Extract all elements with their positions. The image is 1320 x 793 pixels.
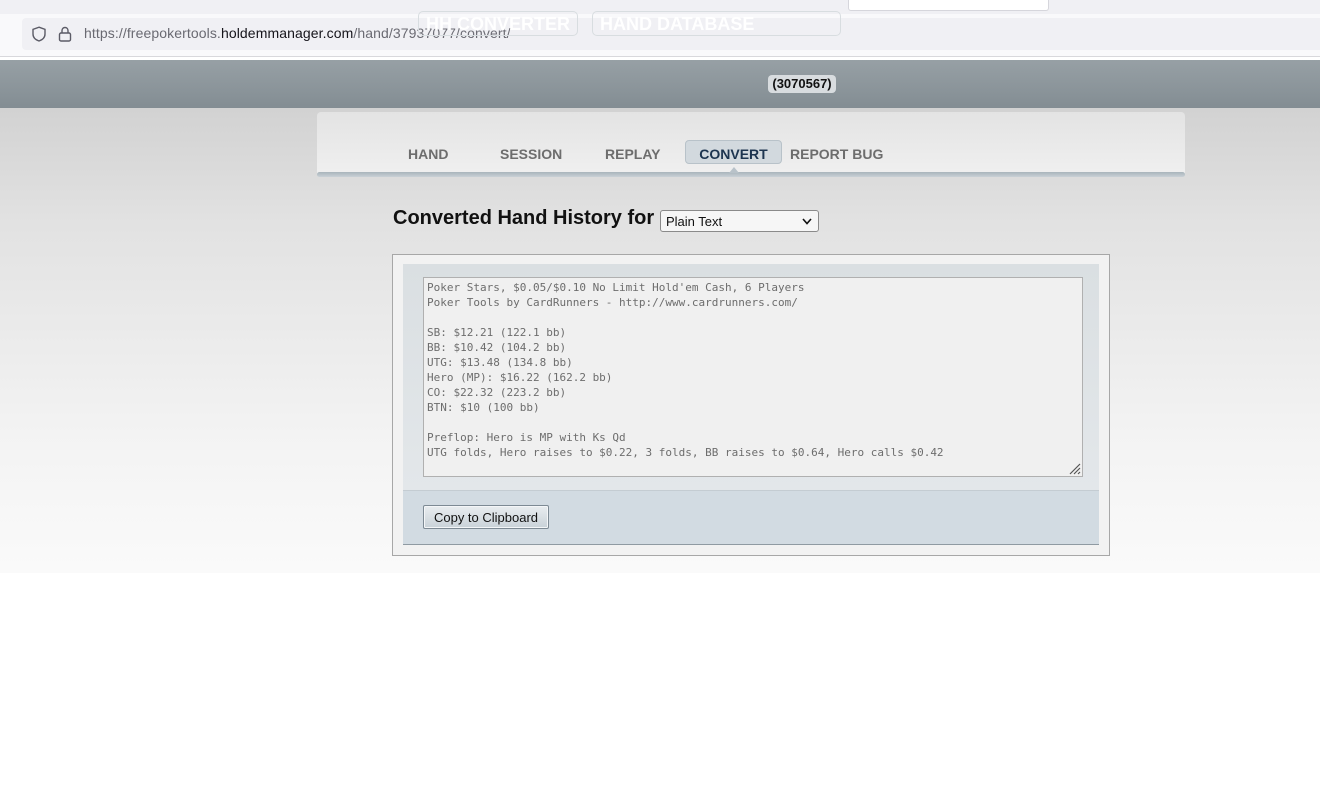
hh-line: Poker Tools by CardRunners - http://www.… <box>427 296 798 309</box>
tab-replay[interactable]: REPLAY <box>605 146 661 162</box>
hh-line: Preflop: Hero is MP with Ks Qd <box>427 431 626 444</box>
hh-line: BB: $10.42 (104.2 bb) <box>427 341 567 354</box>
hh-line: BTN: $10 (100 bb) <box>427 401 540 414</box>
url-host: holdemmanager.com <box>220 25 354 41</box>
site-header <box>0 60 1320 108</box>
url-prefix: https://freepokertools. <box>84 25 221 41</box>
hh-line: CO: $22.32 (223.2 bb) <box>427 386 567 399</box>
tab-convert[interactable]: CONVERT <box>685 140 782 164</box>
copy-to-clipboard-button[interactable]: Copy to Clipboard <box>423 505 549 529</box>
nav-underline <box>317 172 1185 177</box>
chevron-down-icon <box>802 218 812 225</box>
shield-icon[interactable] <box>31 26 47 42</box>
resize-grip-icon[interactable] <box>1067 461 1081 475</box>
database-count-badge: (3070567) <box>768 75 836 93</box>
hand-database-link[interactable]: HAND DATABASE <box>592 11 841 36</box>
hh-line: SB: $12.21 (122.1 bb) <box>427 326 567 339</box>
hand-history-textarea[interactable]: Poker Stars, $0.05/$0.10 No Limit Hold'e… <box>423 277 1083 477</box>
page-title: Converted Hand History for <box>393 207 655 229</box>
hh-line: UTG: $13.48 (134.8 bb) <box>427 356 573 369</box>
browser-tab[interactable] <box>848 0 1049 11</box>
hand-database-label: HAND DATABASE <box>600 14 755 34</box>
tab-report-bug[interactable]: REPORT BUG <box>790 146 883 162</box>
format-select[interactable]: Plain Text <box>660 210 819 232</box>
hh-line: Hero (MP): $16.22 (162.2 bb) <box>427 371 613 384</box>
tab-session[interactable]: SESSION <box>500 146 562 162</box>
format-select-value: Plain Text <box>666 214 723 229</box>
tab-hand[interactable]: HAND <box>408 146 448 162</box>
active-tab-caret <box>729 167 739 173</box>
hh-line: Poker Stars, $0.05/$0.10 No Limit Hold'e… <box>427 281 805 294</box>
hh-converter-link[interactable]: HH CONVERTER <box>418 11 578 36</box>
hh-line: UTG folds, Hero raises to $0.22, 3 folds… <box>427 446 944 459</box>
lock-icon[interactable] <box>58 26 72 42</box>
